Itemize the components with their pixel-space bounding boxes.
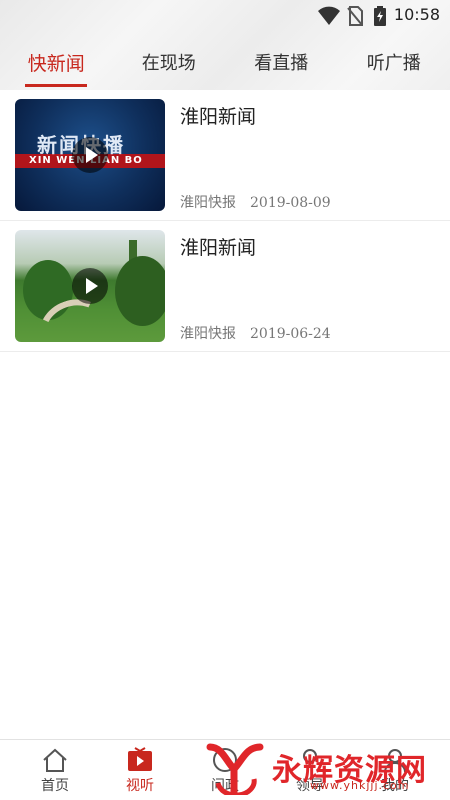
watermark-url: www.yhkjjj.com — [310, 779, 410, 792]
news-item[interactable]: 淮阳新闻 淮阳快报 2019-06-24 — [0, 221, 450, 352]
nav-home-label: 首页 — [41, 778, 69, 794]
news-source: 淮阳快报 — [180, 195, 236, 211]
play-icon[interactable] — [72, 137, 108, 173]
tab-radio[interactable]: 听广播 — [338, 44, 450, 90]
nav-av[interactable]: 视听 — [100, 740, 180, 800]
news-source: 淮阳快报 — [180, 326, 236, 342]
category-tabs: 快新闻 在现场 看直播 听广播 — [0, 44, 450, 90]
header: 10:58 快新闻 在现场 看直播 听广播 — [0, 0, 450, 90]
battery-charging-icon — [374, 6, 386, 26]
tree-shape — [115, 256, 165, 326]
news-thumbnail[interactable]: 新闻快播 XIN WEN LIAN BO — [15, 99, 165, 211]
no-sim-icon — [347, 6, 363, 26]
watermark-logo-icon — [206, 743, 264, 795]
nav-av-label: 视听 — [126, 778, 154, 794]
news-title[interactable]: 淮阳新闻 — [180, 102, 256, 129]
video-tv-icon — [128, 747, 152, 771]
tab-live[interactable]: 看直播 — [225, 44, 338, 90]
wifi-icon — [318, 6, 340, 25]
status-time: 10:58 — [393, 5, 440, 24]
news-item[interactable]: 新闻快播 XIN WEN LIAN BO 淮阳新闻 淮阳快报 2019-08-09 — [0, 90, 450, 221]
status-bar: 10:58 — [0, 0, 450, 32]
news-list: 新闻快播 XIN WEN LIAN BO 淮阳新闻 淮阳快报 2019-08-09… — [0, 90, 450, 352]
play-icon[interactable] — [72, 268, 108, 304]
tab-on-site[interactable]: 在现场 — [113, 44, 226, 90]
news-meta: 淮阳快报 2019-08-09 — [180, 192, 331, 212]
watermark-overlay: 永辉资源网 www.yhkjjj.com — [200, 741, 440, 795]
news-date: 2019-08-09 — [250, 195, 331, 211]
news-title[interactable]: 淮阳新闻 — [180, 233, 256, 260]
news-date: 2019-06-24 — [250, 326, 331, 342]
news-meta: 淮阳快报 2019-06-24 — [180, 323, 331, 343]
home-icon — [43, 748, 67, 772]
nav-home[interactable]: 首页 — [15, 740, 95, 800]
news-thumbnail[interactable] — [15, 230, 165, 342]
tab-quick-news[interactable]: 快新闻 — [0, 44, 113, 90]
